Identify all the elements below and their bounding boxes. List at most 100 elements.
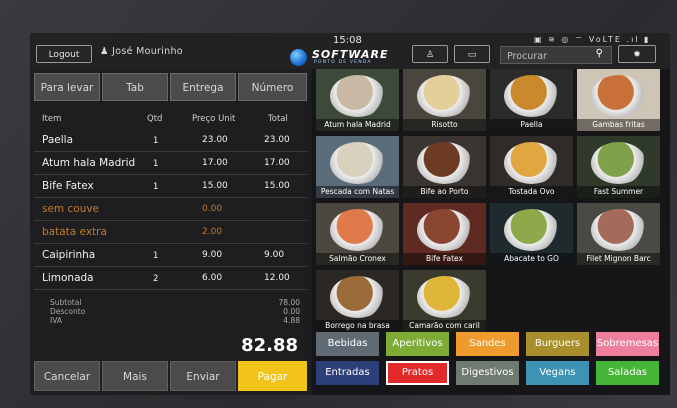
category-button[interactable]: Digestivos [456,361,519,385]
product-name: Salmão Cronex [316,253,399,265]
logout-button[interactable]: Logout [36,45,92,63]
product-name: Atum hala Madrid [316,119,399,131]
cash-drawer-button[interactable]: ▭ [454,45,490,63]
user-icon: ♙ [425,50,435,60]
product-tile[interactable]: Salmão Cronex [316,203,399,265]
pos-screen: Logout ♟ José Mourinho 15:08 SOFTWARE PO… [30,33,670,395]
category-button[interactable]: Sobremesas [596,332,659,356]
product-image [591,209,646,251]
product-image [330,75,385,117]
product-tile[interactable]: Bife ao Porto [403,136,486,198]
order-item-qty: 1 [153,136,159,146]
clock: 15:08 [333,35,362,46]
search-icon[interactable]: ⚲ [596,48,603,59]
status-bar-icons: ▣ ≋ ◎ ⌔ VoLTE .ıl ▮ [534,35,651,44]
product-name: Camarão com caril [403,320,486,332]
tab-entrega[interactable]: Entrega [170,73,236,101]
modifier-row[interactable]: sem couve 0.00 [34,198,307,221]
product-name: Bife Fatex [403,253,486,265]
order-row[interactable]: Paella 1 23.00 23.00 [34,129,307,152]
order-item-total: 9.00 [264,250,285,260]
order-item-total: 23.00 [264,135,290,145]
order-item-qty: 2 [153,274,159,284]
product-image [417,276,472,318]
modifier-row[interactable]: batata extra 2.00 [34,221,307,244]
category-button[interactable]: Sandes [456,332,519,356]
top-bar: Logout ♟ José Mourinho 15:08 SOFTWARE PO… [30,33,670,69]
product-name: Bife ao Porto [403,186,486,198]
product-image [504,142,559,184]
totals-summary: Subtotal 78.00 Desconto 0.00 IVA 4.88 [50,298,300,325]
product-name: Filet Mignon Barc [577,253,660,265]
order-item-name: Caipirinha [42,249,96,261]
discount-row: Desconto 0.00 [50,307,300,316]
order-item-name: sem couve [42,203,100,215]
order-item-total: 15.00 [264,181,290,191]
order-item-name: batata extra [42,226,107,238]
pay-button[interactable]: Pagar [238,361,307,391]
order-row[interactable]: Bife Fatex 1 15.00 15.00 [34,175,307,198]
product-name: Borrego na brasa [316,320,399,332]
user-name: José Mourinho [112,46,183,57]
order-panel: Para levar Tab Entrega Número Item Qtd P… [30,69,310,395]
send-button[interactable]: Enviar [170,361,236,391]
tab-para-levar[interactable]: Para levar [34,73,100,101]
product-tile[interactable]: Tostada Ovo [490,136,573,198]
subtotal-row: Subtotal 78.00 [50,298,300,307]
product-image [330,142,385,184]
discount-label: Desconto [50,307,86,316]
order-table-header: Item Qtd Preço Unit Total [34,109,307,127]
discount-value: 0.00 [283,307,300,316]
category-button[interactable]: Aperitivos [386,332,449,356]
category-button[interactable]: Pratos [386,361,449,385]
category-button[interactable]: Saladas [596,361,659,385]
header-total: Total [268,114,288,124]
product-tile[interactable]: Camarão com caril [403,270,486,332]
order-item-name: Limonada [42,272,94,284]
product-image [504,209,559,251]
order-row[interactable]: Limonada 2 6.00 12.00 [34,267,307,290]
cash-register-icon: ▭ [467,50,477,60]
order-type-tabs: Para levar Tab Entrega Número [34,73,307,101]
order-item-name: Atum hala Madrid [42,157,136,169]
product-name: Tostada Ovo [490,186,573,198]
tab-numero[interactable]: Número [238,73,307,101]
product-name: Fast Summer [577,186,660,198]
product-image [417,75,472,117]
product-tile[interactable]: Atum hala Madrid [316,69,399,131]
product-tile[interactable]: Abacate to GO [490,203,573,265]
brand-logo: SOFTWARE PONTO DE VENDA [290,48,395,69]
product-tile[interactable]: Paella [490,69,573,131]
category-button[interactable]: Entradas [316,361,379,385]
product-tile[interactable]: Gambas fritas [577,69,660,131]
more-button[interactable]: Mais [102,361,168,391]
vat-label: IVA [50,316,62,325]
logo-icon [290,49,307,66]
product-tile[interactable]: Risotto [403,69,486,131]
tab-tab[interactable]: Tab [102,73,168,101]
category-button[interactable]: Vegans [526,361,589,385]
product-tile[interactable]: Bife Fatex [403,203,486,265]
category-button[interactable]: Bebidas [316,332,379,356]
product-tile[interactable]: Borrego na brasa [316,270,399,332]
order-row[interactable]: Caipirinha 1 9.00 9.00 [34,244,307,267]
order-row[interactable]: Atum hala Madrid 1 17.00 17.00 [34,152,307,175]
header-price: Preço Unit [192,114,236,124]
product-tile[interactable]: Fast Summer [577,136,660,198]
search-input[interactable] [505,48,589,64]
order-item-price: 2.00 [202,227,223,237]
order-item-qty: 1 [153,159,159,169]
order-item-name: Paella [42,134,74,146]
product-panel: Atum hala Madrid Risotto Paella Gambas frit… [312,69,670,395]
category-button[interactable]: Burguers [526,332,589,356]
order-item-total: 17.00 [264,158,290,168]
vat-row: IVA 4.88 [50,316,300,325]
gear-icon: ✹ [633,50,641,60]
settings-button[interactable]: ✹ [618,45,656,63]
user-profile-button[interactable]: ♙ [412,45,448,63]
product-tile[interactable]: Filet Mignon Barc [577,203,660,265]
grand-total: 82.88 [241,335,298,356]
current-user: ♟ José Mourinho [100,46,183,57]
cancel-button[interactable]: Cancelar [34,361,100,391]
product-tile[interactable]: Pescada com Natas [316,136,399,198]
